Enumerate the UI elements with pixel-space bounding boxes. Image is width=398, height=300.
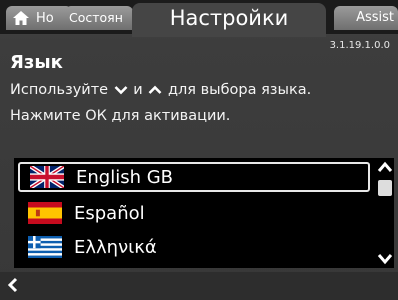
spain-flag-icon	[28, 202, 62, 224]
scrollbar[interactable]	[376, 158, 394, 268]
settings-screen: Но Состоян Настройки Assist 3.1.19.1.0.0…	[0, 0, 398, 300]
scroll-up-icon[interactable]	[376, 160, 394, 174]
tab-home-label: Но	[36, 10, 54, 26]
instruction-line-1: Используйте и для выбора языка.	[10, 82, 311, 98]
language-item-espanol[interactable]: Español	[18, 198, 370, 228]
instruction-text-2: для выбора языка.	[167, 82, 312, 98]
page-title: Язык	[10, 52, 63, 73]
language-item-greek[interactable]: Ελληνικά	[18, 232, 370, 262]
tab-assist[interactable]: Assist	[334, 6, 398, 30]
language-label: Español	[74, 202, 145, 224]
scroll-thumb[interactable]	[378, 180, 392, 196]
chevron-up-icon	[148, 85, 162, 94]
instruction-line-2: Нажмите ОК для активации.	[10, 108, 231, 124]
tab-home[interactable]: Но	[6, 6, 72, 30]
language-list: English GB Español Ελληνικά	[14, 158, 394, 268]
bottom-bar	[0, 272, 398, 300]
version-label: 3.1.19.1.0.0	[329, 40, 390, 51]
tab-settings[interactable]: Настройки	[132, 3, 326, 37]
tab-status[interactable]: Состоян	[65, 6, 133, 30]
language-label: Ελληνικά	[74, 236, 157, 258]
back-arrow-icon[interactable]	[6, 276, 20, 294]
home-icon	[13, 11, 29, 25]
instruction-and: и	[133, 82, 143, 98]
greece-flag-icon	[28, 236, 62, 258]
uk-flag-icon	[30, 166, 64, 188]
instruction-text-1: Используйте	[10, 82, 109, 98]
chevron-down-icon	[114, 86, 128, 95]
tab-bar: Но Состоян Настройки Assist	[0, 0, 398, 37]
language-label: English GB	[76, 166, 174, 188]
scroll-down-icon[interactable]	[376, 252, 394, 266]
language-item-english-gb[interactable]: English GB	[18, 162, 370, 192]
